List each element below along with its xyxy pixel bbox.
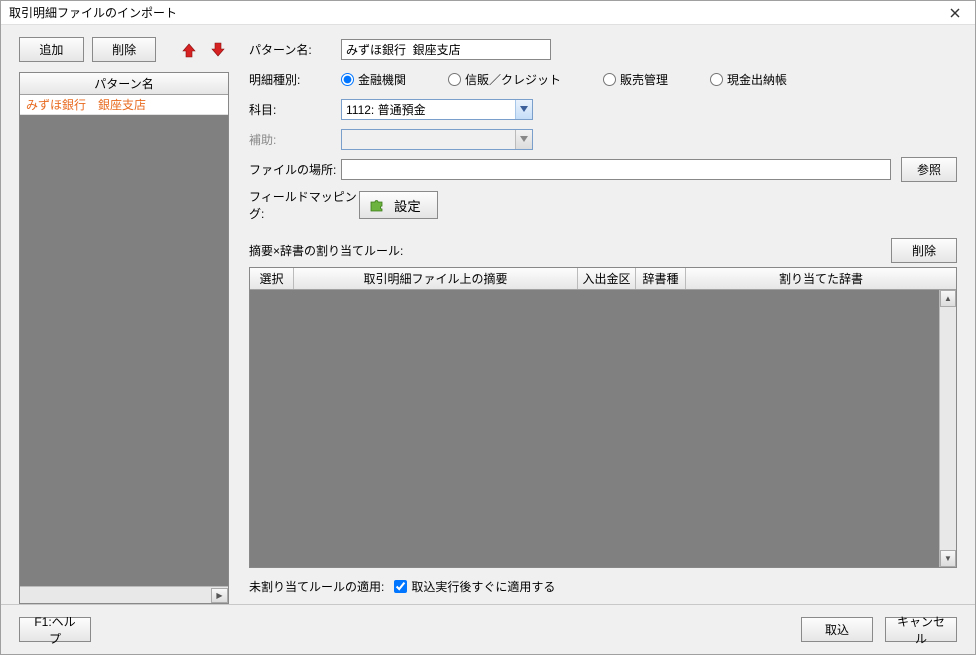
field-mapping-label: フィールドマッピング: bbox=[249, 188, 359, 222]
col-select-header[interactable]: 選択 bbox=[250, 268, 294, 289]
dialog-footer: F1:ヘルプ 取込 キャンセル bbox=[1, 604, 975, 654]
radio-credit-input[interactable] bbox=[448, 73, 461, 86]
window-title: 取引明細ファイルのインポート bbox=[5, 4, 939, 21]
chevron-down-icon bbox=[520, 106, 528, 112]
detail-type-radio-group: 金融機関 信販／クレジット 販売管理 現金出納帳 bbox=[341, 71, 957, 88]
account-select[interactable]: 1112: 普通預金 bbox=[341, 99, 533, 120]
rules-table-vscroll[interactable]: ▲ ▼ bbox=[939, 290, 956, 567]
rules-table-header: 選択 取引明細ファイル上の摘要 入出金区 辞書種 割り当てた辞書 bbox=[250, 268, 956, 290]
vscroll-up-arrow[interactable]: ▲ bbox=[940, 290, 956, 307]
hscroll-right-arrow[interactable]: ▶ bbox=[211, 588, 228, 603]
help-button[interactable]: F1:ヘルプ bbox=[19, 617, 91, 642]
delete-button[interactable]: 削除 bbox=[92, 37, 157, 62]
radio-financial-label: 金融機関 bbox=[358, 71, 406, 88]
move-down-button[interactable] bbox=[208, 39, 229, 61]
radio-financial-input[interactable] bbox=[341, 73, 354, 86]
move-up-button[interactable] bbox=[178, 39, 199, 61]
detail-type-label: 明細種別: bbox=[249, 71, 341, 88]
pattern-name-label: パターン名: bbox=[249, 41, 341, 58]
sub-account-select bbox=[341, 129, 533, 150]
radio-financial[interactable]: 金融機関 bbox=[341, 71, 406, 88]
vscroll-track[interactable] bbox=[940, 307, 956, 550]
radio-cashbook[interactable]: 現金出納帳 bbox=[710, 71, 787, 88]
account-select-arrow[interactable] bbox=[515, 100, 532, 119]
col-io-header[interactable]: 入出金区 bbox=[578, 268, 636, 289]
radio-credit-label: 信販／クレジット bbox=[465, 71, 561, 88]
pattern-list-hscroll[interactable]: ▶ bbox=[20, 586, 228, 603]
col-summary-header[interactable]: 取引明細ファイル上の摘要 bbox=[294, 268, 578, 289]
close-icon bbox=[950, 8, 960, 18]
cancel-button[interactable]: キャンセル bbox=[885, 617, 957, 642]
title-bar: 取引明細ファイルのインポート bbox=[1, 1, 975, 25]
dialog-window: 取引明細ファイルのインポート 追加 削除 bbox=[0, 0, 976, 655]
vscroll-down-arrow[interactable]: ▼ bbox=[940, 550, 956, 567]
account-label: 科目: bbox=[249, 101, 341, 118]
rules-section-label: 摘要×辞書の割り当てルール: bbox=[249, 242, 891, 259]
arrow-down-icon bbox=[210, 42, 226, 58]
chevron-down-icon bbox=[520, 136, 528, 142]
pattern-list[interactable]: パターン名 みずほ銀行 銀座支店 ▶ bbox=[19, 72, 229, 604]
field-mapping-settings-button[interactable]: 設定 bbox=[359, 191, 438, 219]
rules-delete-button[interactable]: 削除 bbox=[891, 238, 957, 263]
pattern-list-body bbox=[20, 115, 228, 603]
browse-button[interactable]: 参照 bbox=[901, 157, 957, 182]
radio-cashbook-input[interactable] bbox=[710, 73, 723, 86]
pattern-list-header: パターン名 bbox=[20, 73, 228, 95]
apply-rules-label: 未割り当てルールの適用: bbox=[249, 578, 384, 595]
radio-sales-input[interactable] bbox=[603, 73, 616, 86]
file-path-label: ファイルの場所: bbox=[249, 161, 341, 178]
apply-immediately-checkbox[interactable] bbox=[394, 580, 407, 593]
add-button[interactable]: 追加 bbox=[19, 37, 84, 62]
account-select-value: 1112: 普通預金 bbox=[346, 101, 426, 118]
arrow-up-icon bbox=[181, 42, 197, 58]
col-dict-header[interactable]: 割り当てた辞書 bbox=[686, 268, 956, 289]
pattern-list-item[interactable]: みずほ銀行 銀座支店 bbox=[20, 95, 228, 115]
puzzle-icon bbox=[368, 196, 386, 214]
col-dict-type-header[interactable]: 辞書種 bbox=[636, 268, 686, 289]
rules-table-body bbox=[250, 290, 956, 567]
field-mapping-settings-label: 設定 bbox=[394, 196, 421, 215]
sub-account-label: 補助: bbox=[249, 131, 341, 148]
rules-table: 選択 取引明細ファイル上の摘要 入出金区 辞書種 割り当てた辞書 ▲ ▼ bbox=[249, 267, 957, 568]
radio-cashbook-label: 現金出納帳 bbox=[727, 71, 787, 88]
pattern-name-input[interactable] bbox=[341, 39, 551, 60]
import-button[interactable]: 取込 bbox=[801, 617, 873, 642]
radio-sales[interactable]: 販売管理 bbox=[603, 71, 668, 88]
file-path-input[interactable] bbox=[341, 159, 891, 180]
radio-sales-label: 販売管理 bbox=[620, 71, 668, 88]
close-button[interactable] bbox=[939, 2, 971, 24]
apply-immediately-label: 取込実行後すぐに適用する bbox=[411, 578, 555, 595]
radio-credit[interactable]: 信販／クレジット bbox=[448, 71, 561, 88]
sub-account-select-arrow bbox=[515, 130, 532, 149]
apply-immediately-checkbox-wrapper[interactable]: 取込実行後すぐに適用する bbox=[394, 578, 555, 595]
